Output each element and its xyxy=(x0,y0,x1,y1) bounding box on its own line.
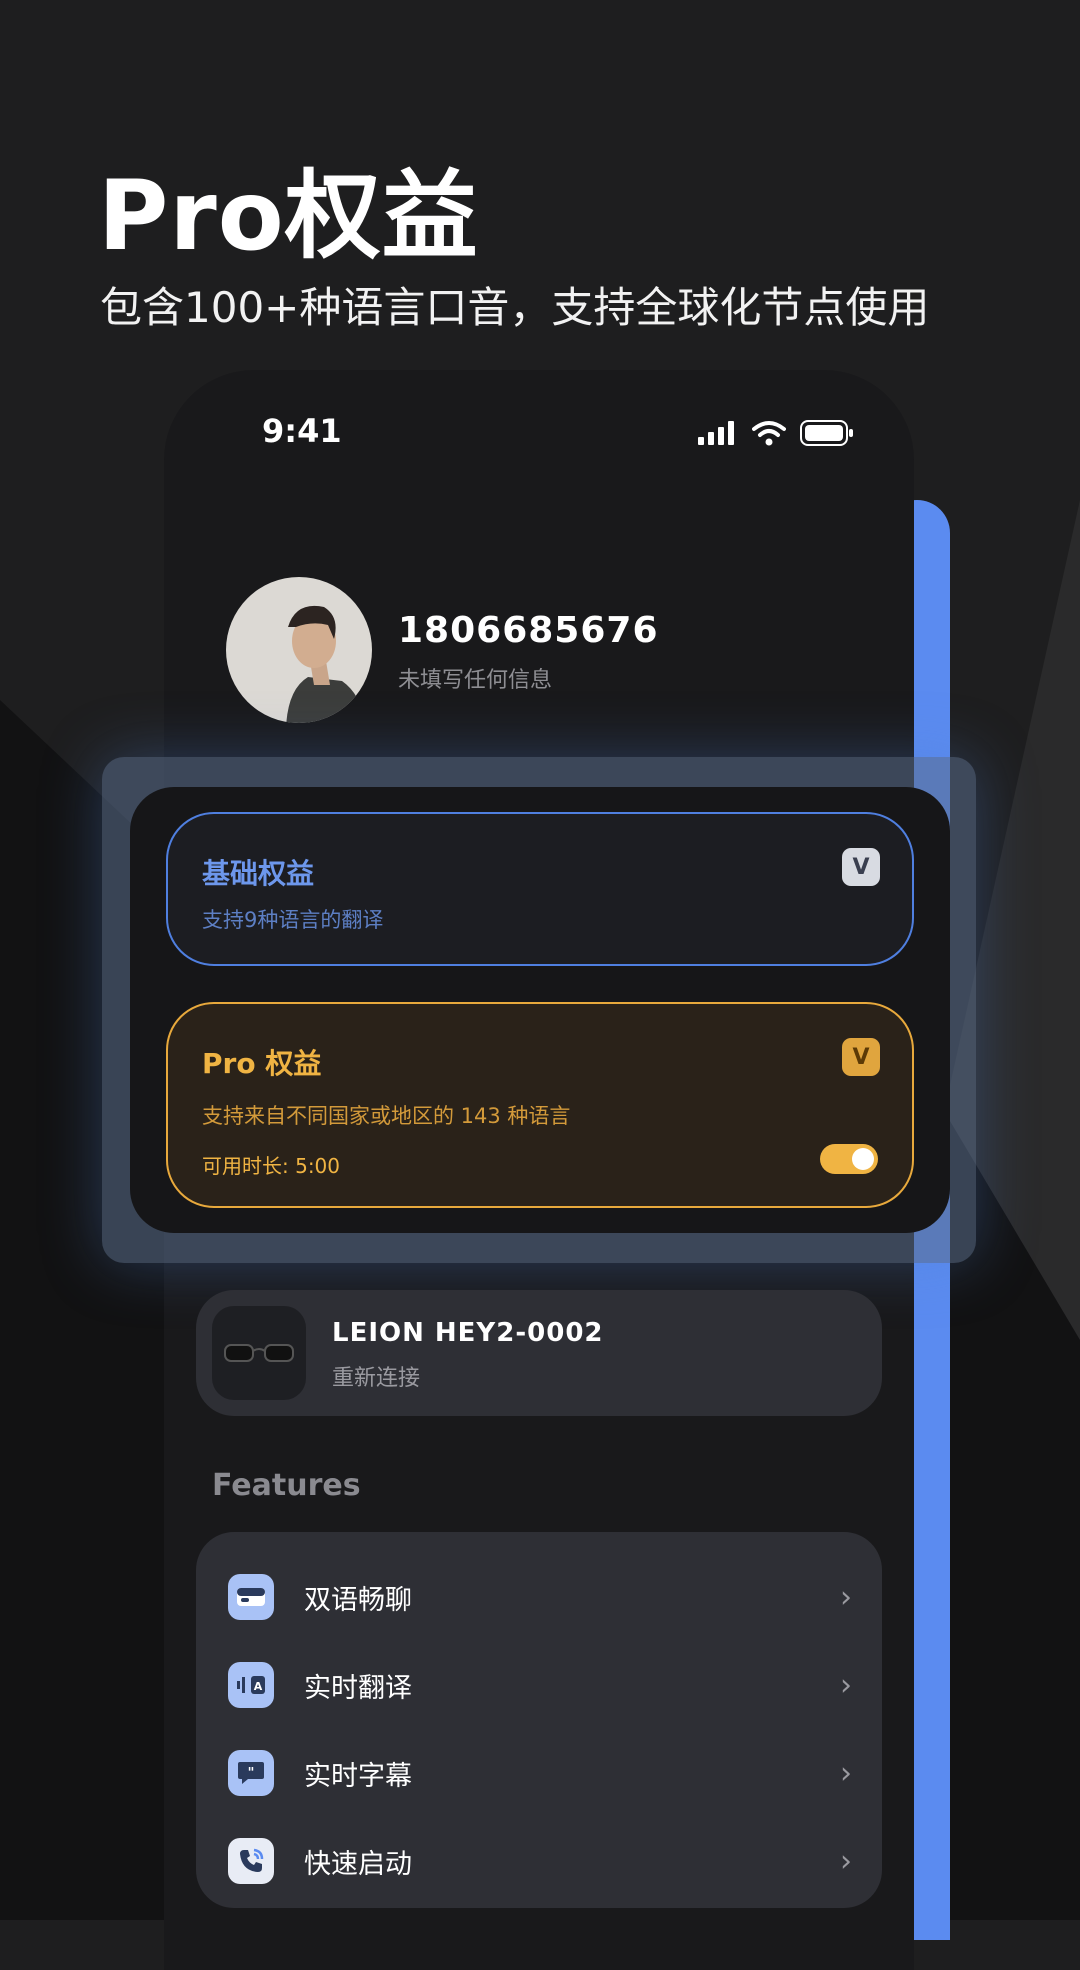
features-list: 双语畅聊 › A 实时翻译 › " 实时字幕 › 快速启动 › xyxy=(196,1532,882,1908)
feature-row-quick-launch[interactable]: 快速启动 › xyxy=(196,1826,882,1896)
pro-entitlement-card[interactable]: Pro 权益 支持来自不同国家或地区的 143 种语言 可用时长: 5:00 V xyxy=(166,1002,914,1208)
reconnect-link[interactable]: 重新连接 xyxy=(332,1360,420,1392)
basic-entitlement-card[interactable]: 基础权益 支持9种语言的翻译 V xyxy=(166,812,914,966)
wifi-icon xyxy=(752,420,786,450)
chat-window-icon xyxy=(228,1574,274,1620)
battery-icon xyxy=(800,420,854,450)
status-icons xyxy=(698,420,854,450)
pro-card-duration: 可用时长: 5:00 xyxy=(202,1154,341,1178)
signal-icon xyxy=(698,421,738,449)
chevron-right-icon: › xyxy=(840,1667,852,1703)
voice-translate-icon: A xyxy=(228,1662,274,1708)
feature-row-live-captions[interactable]: " 实时字幕 › xyxy=(196,1738,882,1808)
basic-card-title: 基础权益 xyxy=(202,857,315,890)
quote-bubble-icon: " xyxy=(228,1750,274,1796)
feature-label: 实时字幕 xyxy=(304,1760,412,1792)
profile-note: 未填写任何信息 xyxy=(398,668,553,693)
feature-row-live-translate[interactable]: A 实时翻译 › xyxy=(196,1650,882,1720)
chevron-right-icon: › xyxy=(840,1579,852,1615)
v-badge-icon: V xyxy=(842,1038,880,1076)
page-subtitle: 包含100+种语言口音，支持全球化节点使用 xyxy=(100,283,930,332)
avatar[interactable] xyxy=(226,577,372,723)
v-badge-icon: V xyxy=(842,848,880,886)
page-title: Pro权益 xyxy=(98,160,479,272)
svg-text:A: A xyxy=(254,1680,263,1693)
pro-toggle[interactable] xyxy=(820,1144,878,1174)
feature-label: 双语畅聊 xyxy=(304,1584,412,1616)
device-name: LEION HEY2-0002 xyxy=(332,1318,604,1348)
pro-card-desc: 支持来自不同国家或地区的 143 种语言 xyxy=(202,1104,571,1128)
status-time: 9:41 xyxy=(262,412,342,450)
chevron-right-icon: › xyxy=(840,1843,852,1879)
pro-card-title: Pro 权益 xyxy=(202,1047,322,1080)
features-heading: Features xyxy=(212,1468,361,1503)
feature-label: 实时翻译 xyxy=(304,1672,412,1704)
svg-text:": " xyxy=(248,1766,255,1781)
toggle-knob xyxy=(852,1148,874,1170)
profile-phone: 1806685676 xyxy=(398,610,659,651)
feature-label: 快速启动 xyxy=(304,1848,412,1880)
basic-card-desc: 支持9种语言的翻译 xyxy=(202,908,384,932)
feature-row-bilingual-chat[interactable]: 双语畅聊 › xyxy=(196,1562,882,1632)
device-card[interactable]: LEION HEY2-0002 重新连接 xyxy=(196,1290,882,1416)
glasses-icon xyxy=(212,1306,306,1400)
phone-call-icon xyxy=(228,1838,274,1884)
chevron-right-icon: › xyxy=(840,1755,852,1791)
